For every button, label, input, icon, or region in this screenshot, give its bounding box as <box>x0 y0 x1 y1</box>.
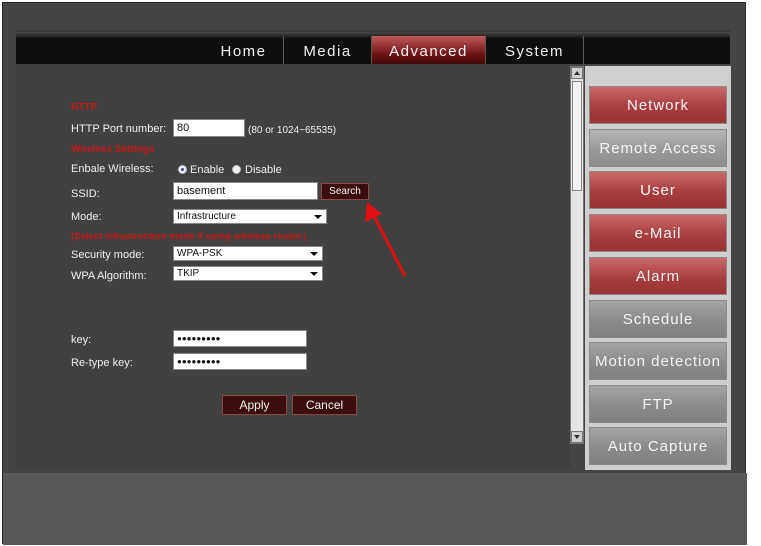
sidebar-item-schedule[interactable]: Schedule <box>589 300 727 338</box>
scroll-up-button[interactable] <box>571 67 583 79</box>
mode-select-value: Infrastructure <box>177 211 236 222</box>
scroll-thumb[interactable] <box>572 81 582 191</box>
security-mode-value: WPA-PSK <box>177 248 223 259</box>
settings-panel: HTTP HTTP Port number: (80 or 1024~65535… <box>16 64 571 468</box>
sidebar-item-user[interactable]: User <box>589 171 727 209</box>
main-nav: Home Media Advanced System <box>204 36 584 66</box>
arrow-down-icon <box>574 435 580 439</box>
nav-tab-home[interactable]: Home <box>204 36 284 66</box>
ssid-label: SSID: <box>71 188 100 200</box>
sidebar-item-email[interactable]: e-Mail <box>589 214 727 252</box>
cancel-button[interactable]: Cancel <box>292 395 357 415</box>
key-input[interactable]: ●●●●●●●●● <box>173 330 307 347</box>
mode-label: Mode: <box>71 211 102 223</box>
content-scrollbar[interactable] <box>570 66 584 444</box>
wpa-algorithm-select[interactable]: TKIP <box>173 266 323 281</box>
disable-radio[interactable] <box>232 165 241 174</box>
http-port-label: HTTP Port number: <box>71 123 167 135</box>
scroll-down-button[interactable] <box>571 431 583 443</box>
retype-key-input[interactable]: ●●●●●●●●● <box>173 353 307 370</box>
nav-tab-media[interactable]: Media <box>284 36 372 66</box>
nav-tab-advanced[interactable]: Advanced <box>372 36 486 66</box>
window-footer <box>3 473 747 545</box>
chevron-down-icon <box>310 272 318 276</box>
http-section-title: HTTP <box>71 102 98 113</box>
security-mode-select[interactable]: WPA-PSK <box>173 246 323 261</box>
chevron-down-icon <box>310 252 318 256</box>
key-label: key: <box>71 334 92 346</box>
http-port-input[interactable] <box>173 119 245 137</box>
mode-select[interactable]: Infrastructure <box>173 209 327 224</box>
enable-wireless-label: Enbale Wireless: <box>71 163 154 175</box>
sidebar-item-network[interactable]: Network <box>589 86 727 124</box>
nav-tab-system[interactable]: System <box>486 36 584 66</box>
disable-radio-label: Disable <box>245 164 282 176</box>
sidebar-item-auto-capture[interactable]: Auto Capture <box>589 427 727 465</box>
security-mode-label: Security mode: <box>71 249 145 261</box>
http-port-hint: (80 or 1024~65535) <box>248 125 337 136</box>
enable-radio[interactable] <box>178 165 187 174</box>
arrow-head <box>365 202 382 222</box>
wireless-section-title: Wireless Settings <box>71 144 155 155</box>
ssid-input[interactable] <box>173 182 318 200</box>
sidebar-item-ftp[interactable]: FTP <box>589 385 727 423</box>
arrow-up-icon <box>574 71 580 75</box>
arrow-shaft <box>371 213 407 277</box>
red-arrow-annotation <box>365 202 407 277</box>
mode-note: (Select infrastructure mode if using wir… <box>71 231 307 242</box>
chevron-down-icon <box>314 215 322 219</box>
sidebar-item-alarm[interactable]: Alarm <box>589 257 727 295</box>
retype-key-label: Re-type key: <box>71 357 133 369</box>
top-nav-bar: Home Media Advanced System <box>16 30 730 66</box>
sidebar-item-motion-detection[interactable]: Motion detection <box>589 342 727 380</box>
advanced-sidebar: Network Remote Access User e-Mail Alarm … <box>585 66 731 470</box>
sidebar-item-remote-access[interactable]: Remote Access <box>589 129 727 167</box>
enable-radio-label: Enable <box>190 164 225 176</box>
wpa-algorithm-value: TKIP <box>177 268 200 279</box>
wpa-algorithm-label: WPA Algorithm: <box>71 270 147 282</box>
apply-button[interactable]: Apply <box>222 395 287 415</box>
